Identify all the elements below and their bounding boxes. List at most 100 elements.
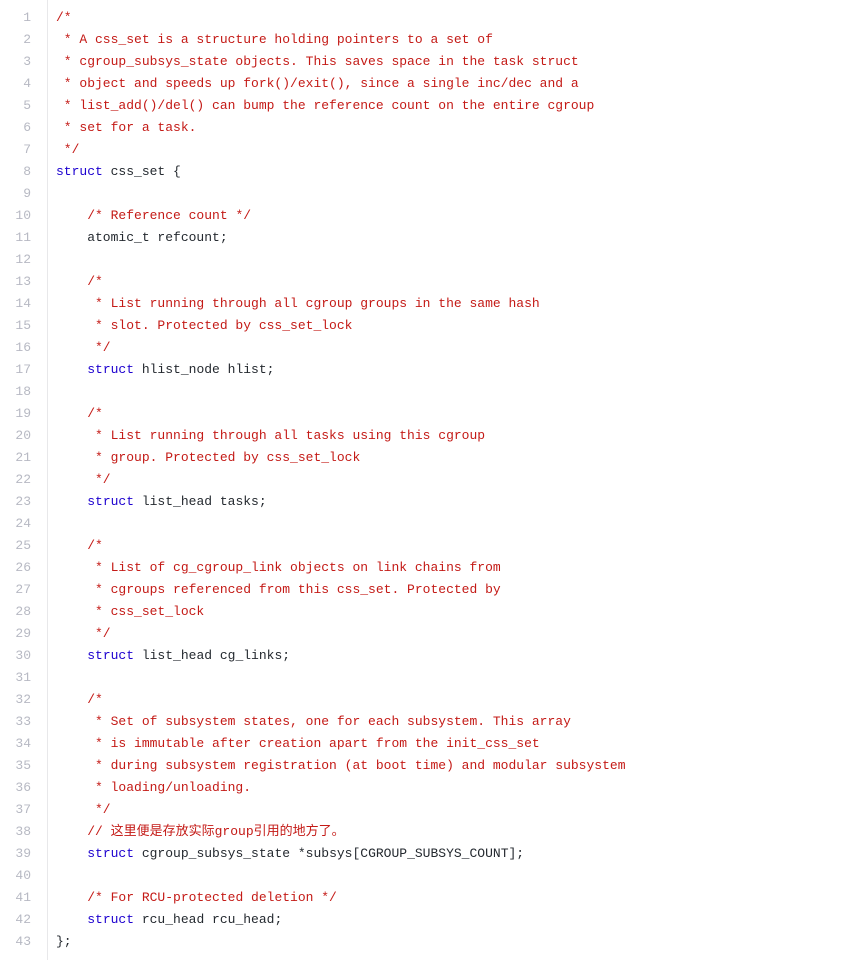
code-token-comment: * cgroup_subsys_state objects. This save… [56,54,579,69]
line-number: 43 [0,931,37,953]
line-number: 42 [0,909,37,931]
code-line[interactable]: struct rcu_head rcu_head; [56,909,854,931]
code-line[interactable]: }; [56,931,854,953]
code-token-comment: /* [87,538,103,553]
line-number: 39 [0,843,37,865]
code-line[interactable]: * List of cg_cgroup_link objects on link… [56,557,854,579]
code-line[interactable] [56,865,854,887]
code-line[interactable]: */ [56,139,854,161]
code-token-comment: */ [56,802,111,817]
code-line[interactable]: * A css_set is a structure holding point… [56,29,854,51]
line-number: 41 [0,887,37,909]
code-line[interactable] [56,381,854,403]
code-line[interactable]: struct list_head tasks; [56,491,854,513]
code-token-comment: */ [56,472,111,487]
code-line[interactable]: // 这里便是存放实际group引用的地方了。 [56,821,854,843]
line-number: 25 [0,535,37,557]
line-number: 3 [0,51,37,73]
code-line[interactable] [56,183,854,205]
code-line[interactable]: * css_set_lock [56,601,854,623]
line-number: 27 [0,579,37,601]
code-line[interactable]: /* [56,535,854,557]
code-line[interactable]: * list_add()/del() can bump the referenc… [56,95,854,117]
code-line[interactable]: * group. Protected by css_set_lock [56,447,854,469]
line-number: 20 [0,425,37,447]
code-token-comment: * loading/unloading. [56,780,251,795]
code-line[interactable] [56,667,854,689]
code-line[interactable]: struct css_set { [56,161,854,183]
code-line[interactable]: * Set of subsystem states, one for each … [56,711,854,733]
line-number: 4 [0,73,37,95]
code-line[interactable]: struct list_head cg_links; [56,645,854,667]
code-token-comment: * Set of subsystem states, one for each … [56,714,571,729]
code-line[interactable]: /* [56,7,854,29]
code-token-plain: hlist_node hlist; [134,362,274,377]
code-token-plain: rcu_head rcu_head; [134,912,282,927]
line-number: 31 [0,667,37,689]
line-number: 26 [0,557,37,579]
code-token-comment: * is immutable after creation apart from… [56,736,540,751]
code-line[interactable]: * loading/unloading. [56,777,854,799]
code-token-comment: * during subsystem registration (at boot… [56,758,626,773]
line-number: 16 [0,337,37,359]
code-area[interactable]: /* * A css_set is a structure holding po… [48,0,854,960]
line-number: 2 [0,29,37,51]
code-line[interactable] [56,249,854,271]
code-token-comment: /* [87,274,103,289]
code-line[interactable]: * during subsystem registration (at boot… [56,755,854,777]
code-line[interactable]: */ [56,469,854,491]
code-token-plain [56,912,87,927]
code-line[interactable]: /* For RCU-protected deletion */ [56,887,854,909]
code-line[interactable]: * slot. Protected by css_set_lock [56,315,854,337]
code-line[interactable]: */ [56,623,854,645]
line-number: 23 [0,491,37,513]
code-line[interactable]: * cgroup_subsys_state objects. This save… [56,51,854,73]
line-number: 18 [0,381,37,403]
line-number: 6 [0,117,37,139]
line-number: 9 [0,183,37,205]
line-number: 17 [0,359,37,381]
code-token-plain [56,406,87,421]
code-token-comment: * List running through all cgroup groups… [56,296,540,311]
code-line[interactable]: */ [56,799,854,821]
code-token-comment: /* For RCU-protected deletion */ [87,890,337,905]
code-line[interactable]: /* [56,271,854,293]
code-line[interactable] [56,513,854,535]
code-line[interactable]: * List running through all tasks using t… [56,425,854,447]
line-number: 36 [0,777,37,799]
code-line[interactable]: * object and speeds up fork()/exit(), si… [56,73,854,95]
code-line[interactable]: * set for a task. [56,117,854,139]
code-line[interactable]: struct hlist_node hlist; [56,359,854,381]
code-token-comment: * css_set_lock [56,604,204,619]
code-token-comment: /* [56,10,72,25]
code-token-comment: */ [56,142,79,157]
code-token-keyword: struct [87,362,134,377]
line-number: 30 [0,645,37,667]
line-number-gutter: 1234567891011121314151617181920212223242… [0,0,48,960]
code-line[interactable]: * cgroups referenced from this css_set. … [56,579,854,601]
code-token-plain [56,538,87,553]
line-number: 28 [0,601,37,623]
line-number: 29 [0,623,37,645]
code-token-plain [56,208,87,223]
code-line[interactable]: * List running through all cgroup groups… [56,293,854,315]
code-line[interactable]: /* Reference count */ [56,205,854,227]
line-number: 32 [0,689,37,711]
code-line[interactable]: * is immutable after creation apart from… [56,733,854,755]
line-number: 7 [0,139,37,161]
code-line[interactable]: */ [56,337,854,359]
line-number: 5 [0,95,37,117]
code-token-comment: * object and speeds up fork()/exit(), si… [56,76,579,91]
code-line[interactable]: /* [56,403,854,425]
line-number: 38 [0,821,37,843]
code-line[interactable]: struct cgroup_subsys_state *subsys[CGROU… [56,843,854,865]
code-line[interactable]: /* [56,689,854,711]
code-token-comment: // 这里便是存放实际group引用的地方了。 [87,824,344,839]
code-token-keyword: struct [56,164,103,179]
code-line[interactable]: atomic_t refcount; [56,227,854,249]
code-token-plain [56,824,87,839]
code-token-plain: list_head tasks; [134,494,267,509]
code-token-plain: atomic_t refcount; [56,230,228,245]
code-token-keyword: struct [87,912,134,927]
code-token-plain: cgroup_subsys_state *subsys[CGROUP_SUBSY… [134,846,524,861]
